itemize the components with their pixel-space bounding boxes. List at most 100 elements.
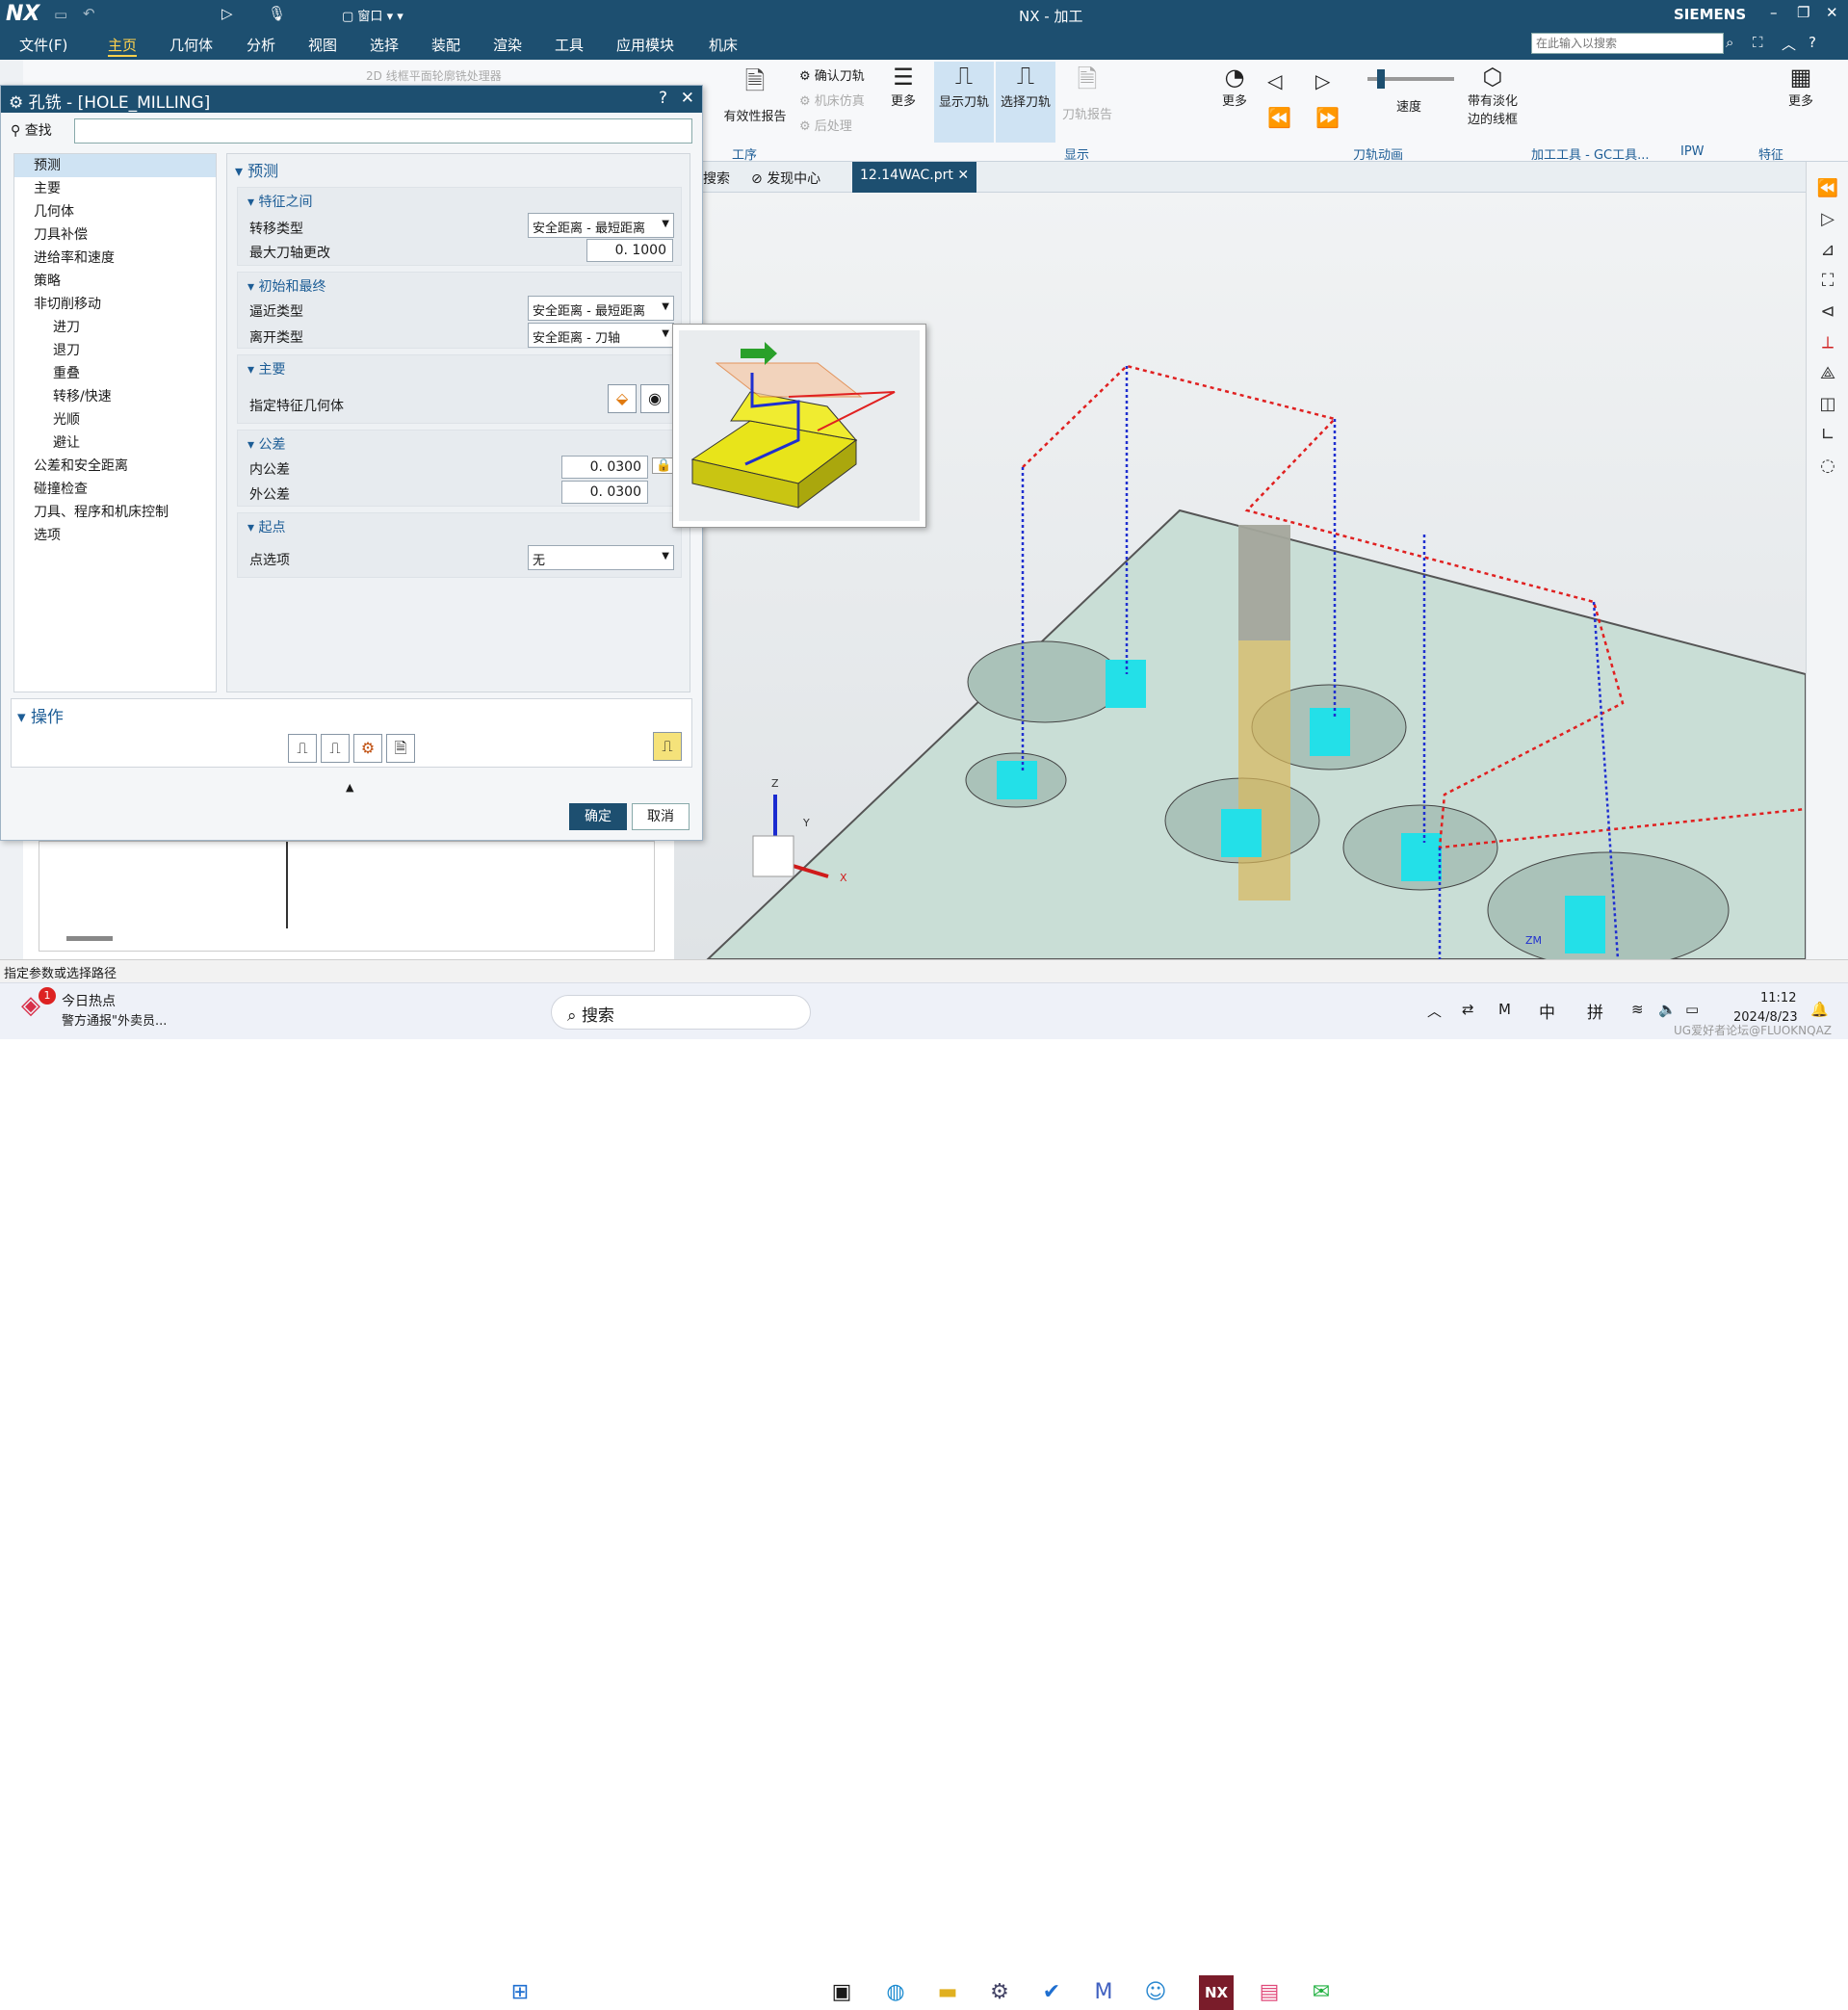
todo-icon[interactable]: ✔ bbox=[1034, 1975, 1069, 2010]
tree-item-tolerance[interactable]: 公差和安全距离 bbox=[14, 455, 216, 478]
tree-item-options[interactable]: 选项 bbox=[14, 524, 216, 547]
model-scene[interactable] bbox=[674, 193, 1806, 959]
section-between-features-header[interactable]: ▾ 特征之间 bbox=[238, 188, 681, 215]
restore-icon[interactable]: ❐ bbox=[1797, 4, 1809, 21]
collapse-icon[interactable]: ︿ bbox=[1782, 34, 1796, 54]
tree-item-smooth[interactable]: 光顺 bbox=[14, 408, 216, 431]
wechat-icon[interactable]: ✉ bbox=[1304, 1975, 1339, 2010]
approach-type-dropdown[interactable]: 安全距离 - 最短距离 bbox=[528, 296, 674, 321]
feature-more-button[interactable]: ▦ 更多 bbox=[1782, 64, 1820, 109]
speed-slider-handle[interactable] bbox=[1377, 69, 1385, 89]
point-option-dropdown[interactable]: 无 bbox=[528, 545, 674, 570]
help-icon[interactable]: ? bbox=[1809, 34, 1816, 51]
tab-file[interactable]: 12.14WAC.prt ✕ bbox=[852, 162, 977, 193]
ime-mode[interactable]: 拼 bbox=[1587, 999, 1603, 1023]
minimize-icon[interactable]: – bbox=[1770, 4, 1778, 21]
tab-close-icon[interactable]: ✕ bbox=[957, 168, 969, 183]
tree-item-avoid[interactable]: 避让 bbox=[14, 431, 216, 455]
menu-machine[interactable]: 机床 bbox=[709, 35, 738, 55]
save-icon[interactable]: ▭ bbox=[54, 6, 67, 23]
windows-start-icon[interactable]: ⊞ bbox=[503, 1975, 537, 2010]
cancel-button[interactable]: 取消 bbox=[632, 803, 690, 830]
tree-item-main[interactable]: 主要 bbox=[14, 177, 216, 200]
undo-icon[interactable]: ↶ bbox=[83, 5, 95, 22]
notification-icon[interactable]: 🔔 bbox=[1810, 1001, 1829, 1018]
confirm-path-button[interactable]: ⚙ 确认刀轨 bbox=[799, 65, 865, 84]
window-menu[interactable]: ▢ 窗口 ▾ ▾ bbox=[342, 6, 403, 24]
expand-up-icon[interactable]: ▲ bbox=[346, 781, 353, 794]
play-forward-icon[interactable]: ▷ bbox=[1315, 69, 1330, 92]
rewind-icon[interactable]: ◁ bbox=[1267, 69, 1282, 92]
panel-title[interactable]: ▾ 预测 bbox=[235, 158, 278, 181]
display-feature-button[interactable]: ◉ bbox=[640, 384, 669, 413]
orient-icon[interactable]: ⊿ bbox=[1814, 237, 1841, 264]
menu-render[interactable]: 渲染 bbox=[493, 35, 522, 55]
post-process-button[interactable]: ⚙ 后处理 bbox=[799, 116, 852, 134]
tree-item-feeds[interactable]: 进给率和速度 bbox=[14, 247, 216, 270]
tray-mathcad-icon[interactable]: Ⅿ bbox=[1498, 1001, 1511, 1018]
dialog-close-icon[interactable]: ✕ bbox=[681, 89, 694, 108]
mic-icon[interactable]: 🎙 bbox=[268, 5, 286, 22]
play-view-icon[interactable]: ▷ bbox=[1814, 206, 1841, 233]
tree-item-tool-comp[interactable]: 刀具补偿 bbox=[14, 223, 216, 247]
leave-type-dropdown[interactable]: 安全距离 - 刀轴 bbox=[528, 323, 674, 348]
machine-sim-button[interactable]: ⚙ 机床仿真 bbox=[799, 91, 865, 109]
dialog-help-icon[interactable]: ? bbox=[659, 89, 667, 108]
inner-tolerance-input[interactable]: 0. 0300 bbox=[561, 456, 648, 479]
max-axis-change-input[interactable]: 0. 1000 bbox=[586, 239, 673, 262]
step-back-icon[interactable]: ⏪ bbox=[1267, 106, 1291, 129]
fullscreen-icon[interactable]: ⛶ bbox=[1753, 34, 1763, 51]
clock-time[interactable]: 11:12 bbox=[1760, 991, 1796, 1005]
specify-feature-geometry-button[interactable]: ⬙ bbox=[608, 384, 637, 413]
outer-tolerance-input[interactable]: 0. 0300 bbox=[561, 481, 648, 504]
select-path-button[interactable]: ⎍ 选择刀轨 bbox=[996, 62, 1055, 143]
tab-search[interactable]: 搜索 bbox=[703, 169, 730, 188]
find-input[interactable] bbox=[74, 118, 692, 144]
show-path-button[interactable]: ⎍ 显示刀轨 bbox=[934, 62, 994, 143]
faded-wireframe-button[interactable]: ⬡ 带有淡化 边的线框 bbox=[1462, 64, 1523, 127]
people-icon[interactable]: ☺ bbox=[1138, 1975, 1173, 2010]
section-tolerance-header[interactable]: ▾ 公差 bbox=[238, 431, 681, 457]
media-icon[interactable]: ▤ bbox=[1252, 1975, 1287, 2010]
section-start-point-header[interactable]: ▾ 起点 bbox=[238, 513, 681, 540]
display-more-button[interactable]: ◔ 更多 bbox=[1215, 64, 1254, 109]
close-icon[interactable]: ✕ bbox=[1826, 4, 1838, 21]
taskbar-search[interactable]: ⌕ 搜索 bbox=[551, 995, 811, 1030]
menu-geometry[interactable]: 几何体 bbox=[169, 35, 213, 55]
validity-report-button[interactable]: 🗎 有效性报告 bbox=[720, 64, 790, 124]
ime-lang[interactable]: 中 bbox=[1539, 999, 1555, 1023]
volume-icon[interactable]: 🔈 bbox=[1658, 1001, 1677, 1018]
tree-item-retract[interactable]: 退刀 bbox=[14, 339, 216, 362]
axis-icon[interactable]: ⟂ bbox=[1814, 329, 1841, 356]
nx-taskbar-icon[interactable]: NX bbox=[1199, 1975, 1234, 2010]
tray-expand-icon[interactable]: ︿ bbox=[1427, 1001, 1442, 1021]
tray-app-icon[interactable]: ⇄ bbox=[1462, 1001, 1474, 1018]
tree-item-engage[interactable]: 进刀 bbox=[14, 316, 216, 339]
ok-button[interactable]: 确定 bbox=[569, 803, 627, 830]
graphics-viewport[interactable]: Z Y X ZM bbox=[674, 193, 1806, 959]
play-icon[interactable]: ▷ bbox=[221, 5, 233, 22]
tree-item-non-cutting[interactable]: 非切削移动 bbox=[14, 293, 216, 316]
tree-item-transfer[interactable]: 转移/快速 bbox=[14, 385, 216, 408]
menu-analysis[interactable]: 分析 bbox=[247, 35, 275, 55]
verify-button[interactable]: ⚙ bbox=[353, 734, 382, 763]
menu-tools[interactable]: 工具 bbox=[555, 35, 584, 55]
gongxu-more-button[interactable]: ☰ 更多 bbox=[884, 64, 923, 109]
mathcad-icon[interactable]: Ⅿ bbox=[1086, 1975, 1121, 2010]
menu-assembly[interactable]: 装配 bbox=[431, 35, 460, 55]
generate-button[interactable]: ⎍ bbox=[288, 734, 317, 763]
tab-discover[interactable]: ⊘ 发现中心 bbox=[751, 169, 820, 188]
replay-button[interactable]: ⎍ bbox=[321, 734, 350, 763]
hide-icon[interactable]: ◌ bbox=[1814, 453, 1841, 480]
step-forward-icon[interactable]: ⏩ bbox=[1315, 106, 1340, 129]
tree-item-geometry[interactable]: 几何体 bbox=[14, 200, 216, 223]
select-path-op-button[interactable]: ⎍ bbox=[653, 732, 682, 761]
search-icon[interactable]: ⌕ bbox=[1726, 34, 1733, 51]
rewind-view-icon[interactable]: ⏪ bbox=[1814, 175, 1841, 202]
operations-header[interactable]: ▾ 操作 bbox=[17, 703, 64, 727]
tree-item-predict[interactable]: 预测 bbox=[14, 154, 216, 177]
folder-icon[interactable]: ▬ bbox=[930, 1975, 965, 2010]
tree-item-collision[interactable]: 碰撞检查 bbox=[14, 478, 216, 501]
list-button[interactable]: 🗎 bbox=[386, 734, 415, 763]
menu-home[interactable]: 主页 bbox=[108, 35, 138, 57]
